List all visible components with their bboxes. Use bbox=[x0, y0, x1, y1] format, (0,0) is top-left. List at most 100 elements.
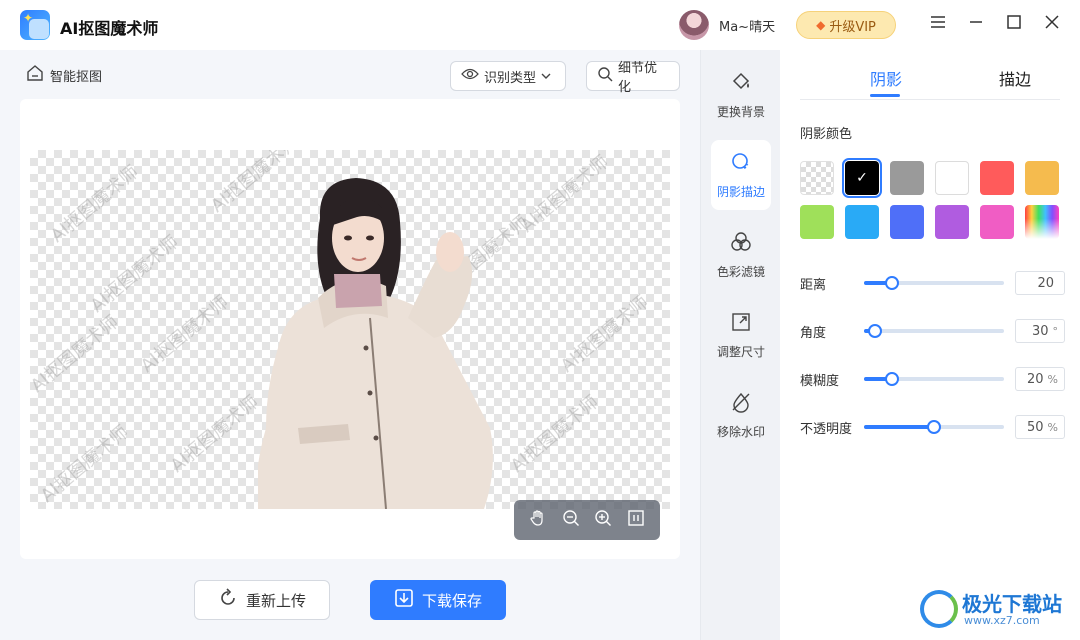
color-swatch[interactable] bbox=[980, 205, 1014, 239]
color-swatch[interactable] bbox=[800, 161, 834, 195]
slider-label: 角度 bbox=[800, 326, 827, 341]
shadow-color-label: 阴影颜色 bbox=[800, 127, 853, 142]
menu-icon[interactable] bbox=[928, 14, 948, 34]
color-swatch[interactable] bbox=[935, 161, 969, 195]
upgrade-vip-label: 升级VIP bbox=[829, 19, 876, 35]
hand-pan-icon[interactable] bbox=[527, 509, 549, 531]
resize-icon bbox=[730, 311, 752, 337]
zoom-in-icon[interactable] bbox=[592, 509, 614, 531]
tab-stroke[interactable]: 描边 bbox=[999, 66, 1031, 90]
canvas-watermark: AI抠图魔术师 bbox=[556, 291, 653, 377]
close-icon[interactable] bbox=[1042, 14, 1062, 34]
chevron-down-icon bbox=[541, 69, 551, 84]
fit-screen-icon[interactable] bbox=[625, 509, 647, 531]
slider-value: 20 bbox=[1037, 275, 1054, 291]
download-save-label: 下载保存 bbox=[421, 591, 482, 610]
transparent-preview[interactable]: AI抠图魔术师 AI抠图魔术师 AI抠图魔术师 AI抠图魔术师 AI抠图魔术师 … bbox=[30, 150, 670, 509]
slider-unit: % bbox=[1047, 372, 1058, 386]
tool-label: 阴影描边 bbox=[716, 184, 765, 199]
detail-optimize-button[interactable]: 细节优化 bbox=[586, 61, 680, 95]
breadcrumb-label: 智能抠图 bbox=[50, 69, 103, 85]
slider-value: 50 bbox=[1027, 419, 1044, 435]
home-icon bbox=[26, 64, 44, 86]
tool-resize[interactable]: 调整尺寸 bbox=[711, 300, 771, 370]
canvas-watermark: AI抠图魔术师 bbox=[86, 231, 183, 317]
slider-track[interactable] bbox=[864, 372, 1004, 386]
title-bar: ✦ AI抠图魔术师 Ma~晴天 ◆ 升级VIP bbox=[0, 0, 1080, 50]
canvas-watermark: AI抠图魔术师 bbox=[36, 421, 133, 507]
color-filter-icon bbox=[730, 231, 752, 257]
breadcrumb[interactable]: 智能抠图 bbox=[26, 64, 102, 86]
color-swatch[interactable] bbox=[845, 205, 879, 239]
active-tab-indicator bbox=[870, 94, 900, 97]
reupload-button[interactable]: 重新上传 bbox=[194, 580, 330, 620]
tool-label: 色彩滤镜 bbox=[716, 264, 765, 279]
slider-label: 模糊度 bbox=[800, 374, 840, 389]
upgrade-vip-button[interactable]: ◆ 升级VIP bbox=[796, 11, 896, 39]
canvas-watermark: AI抠图魔术师 bbox=[166, 391, 263, 477]
slider-unit: ° bbox=[1052, 324, 1059, 338]
slider-label: 距离 bbox=[800, 278, 827, 293]
tool-label: 调整尺寸 bbox=[716, 344, 765, 359]
site-watermark: 极光下载站 www.xz7.com bbox=[920, 586, 1070, 632]
site-url: www.xz7.com bbox=[964, 614, 1040, 627]
slider-track[interactable] bbox=[864, 324, 1004, 338]
refresh-icon bbox=[218, 588, 238, 612]
color-swatch[interactable] bbox=[890, 205, 924, 239]
canvas-area[interactable]: AI抠图魔术师 AI抠图魔术师 AI抠图魔术师 AI抠图魔术师 AI抠图魔术师 … bbox=[20, 99, 680, 559]
tool-label: 移除水印 bbox=[716, 424, 765, 439]
detail-optimize-label: 细节优化 bbox=[618, 61, 658, 95]
diamond-icon: ◆ bbox=[816, 18, 826, 32]
slider-thumb[interactable] bbox=[868, 324, 883, 338]
color-swatch[interactable] bbox=[1025, 161, 1059, 195]
app-logo-icon: ✦ bbox=[20, 10, 50, 40]
color-swatch[interactable] bbox=[1025, 205, 1059, 239]
canvas-watermark: AI抠图魔术师 bbox=[136, 291, 233, 377]
shadow-icon bbox=[730, 151, 752, 177]
color-swatch[interactable] bbox=[980, 161, 1014, 195]
slider-value-input[interactable]: 50% bbox=[1015, 415, 1065, 439]
slider-value-input[interactable]: 20% bbox=[1015, 367, 1065, 391]
detect-type-dropdown[interactable]: 识别类型 bbox=[450, 61, 566, 91]
maximize-icon[interactable] bbox=[1004, 14, 1024, 34]
slider-track[interactable] bbox=[864, 276, 1004, 290]
color-swatch[interactable] bbox=[890, 161, 924, 195]
tool-change-background[interactable]: 更换背景 bbox=[711, 60, 771, 130]
canvas-watermark: AI抠图魔术师 bbox=[506, 391, 603, 477]
reupload-label: 重新上传 bbox=[245, 591, 306, 610]
tool-shadow-stroke[interactable]: 阴影描边 bbox=[711, 140, 771, 210]
slider-track[interactable] bbox=[864, 420, 1004, 434]
color-swatch[interactable] bbox=[800, 205, 834, 239]
slider-value-input[interactable]: 20 bbox=[1015, 271, 1065, 295]
eye-icon bbox=[461, 68, 479, 84]
slider-thumb[interactable] bbox=[927, 420, 941, 434]
username[interactable]: Ma~晴天 bbox=[719, 16, 775, 35]
slider-label: 不透明度 bbox=[800, 422, 853, 437]
magnify-icon bbox=[597, 66, 613, 86]
tool-sidebar: 更换背景 阴影描边 色彩滤镜 调整尺寸 移除水印 bbox=[700, 50, 780, 640]
site-logo-icon bbox=[920, 590, 958, 628]
slider-value-input[interactable]: 30 ° bbox=[1015, 319, 1065, 343]
tab-shadow[interactable]: 阴影 bbox=[870, 66, 902, 90]
slider-thumb[interactable] bbox=[885, 372, 899, 386]
avatar[interactable] bbox=[679, 10, 709, 40]
cutout-person-image bbox=[258, 178, 493, 509]
color-swatch[interactable] bbox=[935, 205, 969, 239]
tool-color-filter[interactable]: 色彩滤镜 bbox=[711, 220, 771, 290]
detect-type-label: 识别类型 bbox=[484, 70, 537, 86]
slider-thumb[interactable] bbox=[885, 276, 899, 290]
settings-panel: 阴影 描边 阴影颜色 距离 20 角度 30° 模糊度 20% 不透明度 50% bbox=[780, 50, 1080, 640]
download-icon bbox=[394, 588, 414, 612]
zoom-out-icon[interactable] bbox=[560, 509, 582, 531]
minimize-icon[interactable] bbox=[966, 14, 986, 34]
slider-unit: % bbox=[1047, 420, 1058, 434]
panel-tabs: 阴影 描边 bbox=[800, 50, 1060, 100]
download-save-button[interactable]: 下载保存 bbox=[370, 580, 506, 620]
slider-value: 20 bbox=[1027, 371, 1044, 387]
tool-remove-watermark[interactable]: 移除水印 bbox=[711, 380, 771, 450]
site-name: 极光下载站 bbox=[962, 592, 1062, 616]
canvas-watermark: AI抠图魔术师 bbox=[30, 311, 123, 397]
app-title: AI抠图魔术师 bbox=[60, 19, 159, 38]
slider-value: 30 bbox=[1031, 323, 1049, 339]
color-swatch[interactable] bbox=[842, 158, 882, 198]
